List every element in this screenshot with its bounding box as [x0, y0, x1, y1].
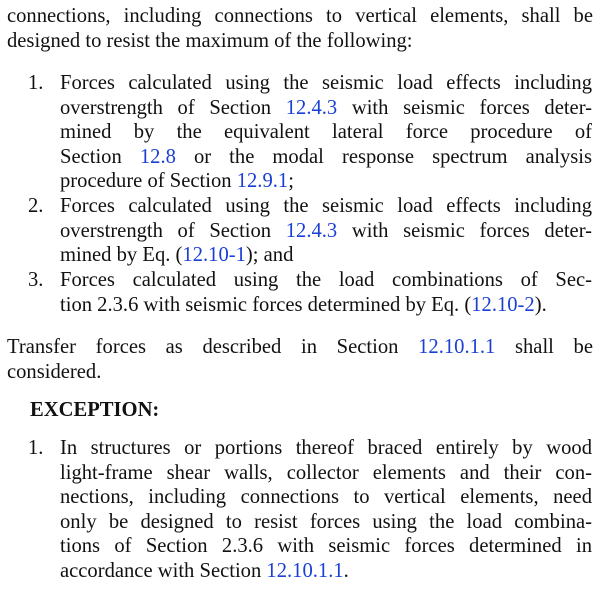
exception-line: In structures or portions thereof braced… — [60, 437, 592, 459]
section-link-12-10-1-1[interactable]: 12.10.1.1 — [418, 336, 495, 358]
list-item-line: Forces calculated using the load combina… — [60, 269, 592, 291]
equation-link-12-10-2[interactable]: 12.10-2 — [471, 294, 535, 316]
transfer-line-2: considered. — [7, 360, 102, 383]
exception-line: light-frame shear walls, collector eleme… — [60, 461, 592, 484]
exception-line: only be designed to resist forces using … — [60, 510, 592, 533]
list-item-3: 3. Forces calculated using the load comb… — [28, 268, 592, 317]
list-number: 1. — [28, 72, 44, 94]
list-item-line: Forces calculated using the seismic load… — [60, 72, 592, 94]
list-item-line: overstrength of Section 12.4.3 with seis… — [60, 96, 592, 119]
list-item-line: Section 12.8 or the modal response spect… — [60, 145, 592, 168]
list-item-line: Forces calculated using the seismic load… — [60, 195, 592, 217]
section-link-12-9-1[interactable]: 12.9.1 — [237, 170, 288, 192]
intro-paragraph: connections, including connections to ve… — [7, 4, 593, 53]
section-link-12-4-3[interactable]: 12.4.3 — [286, 97, 337, 119]
intro-line-1: connections, including connections to ve… — [7, 5, 593, 27]
list-number: 2. — [28, 195, 44, 217]
section-link-12-10-1-1[interactable]: 12.10.1.1 — [266, 560, 343, 582]
exception-heading: EXCEPTION: — [30, 399, 160, 421]
exception-line: accordance with Section 12.10.1.1. — [60, 559, 349, 582]
exception-item-1: 1. In structures or portions thereof bra… — [28, 436, 592, 584]
list-item-1: 1. Forces calculated using the seismic l… — [28, 71, 592, 194]
section-link-12-4-3[interactable]: 12.4.3 — [286, 220, 337, 242]
intro-line-2: designed to resist the maximum of the fo… — [7, 29, 413, 52]
exception-line: nections, including connections to verti… — [60, 486, 592, 509]
list-item-2: 2. Forces calculated using the seismic l… — [28, 194, 592, 268]
equation-link-12-10-1[interactable]: 12.10-1 — [182, 244, 246, 266]
section-link-12-8[interactable]: 12.8 — [140, 146, 176, 168]
list-item-line: mined by the equivalent lateral force pr… — [60, 121, 592, 144]
list-item-line: overstrength of Section 12.4.3 with seis… — [60, 219, 592, 242]
transfer-line-1: Transfer forces as described in Section … — [7, 336, 593, 358]
list-item-line: mined by Eq. (12.10-1); and — [60, 244, 294, 267]
exception-line: tions of Section 2.3.6 with seismic forc… — [60, 535, 592, 558]
list-item-line: tion 2.3.6 with seismic forces determine… — [60, 293, 547, 316]
transfer-paragraph: Transfer forces as described in Section … — [7, 335, 593, 384]
list-number: 1. — [28, 437, 44, 459]
list-number: 3. — [28, 269, 44, 291]
document-page: connections, including connections to ve… — [0, 0, 600, 601]
list-item-line: procedure of Section 12.9.1; — [60, 170, 294, 193]
